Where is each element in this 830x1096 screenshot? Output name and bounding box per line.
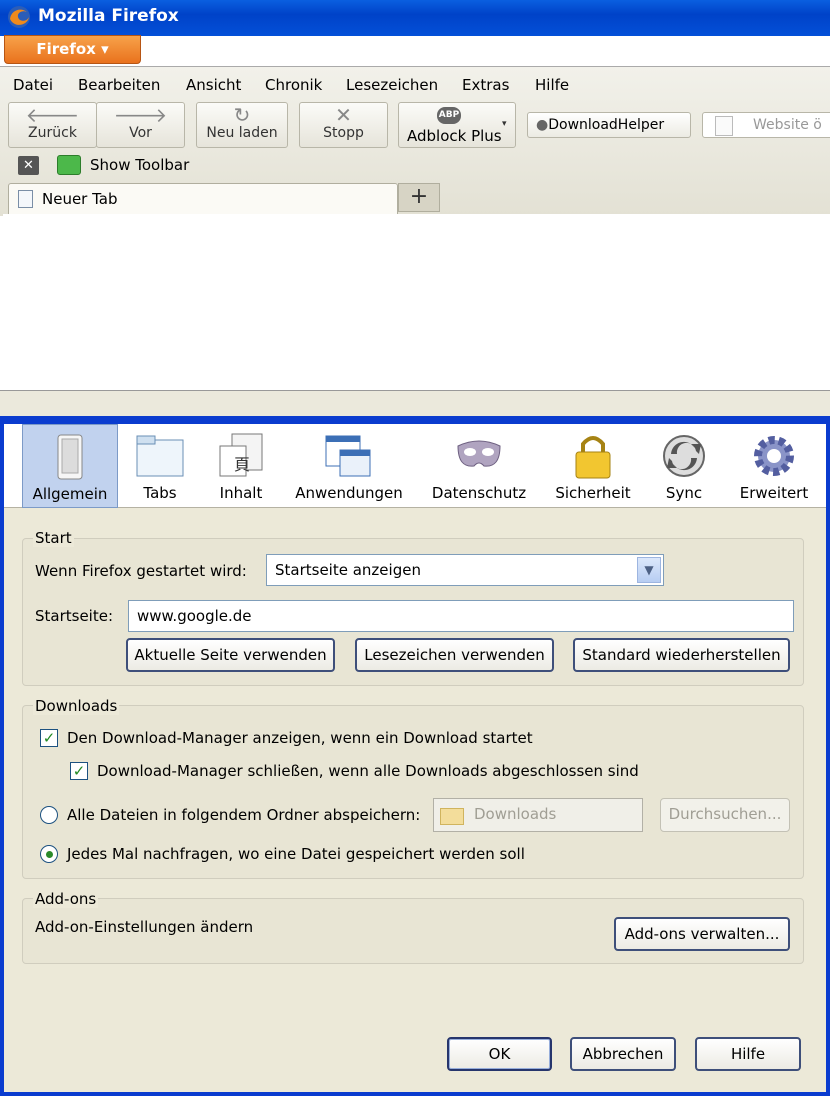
download-folder-field: Downloads — [433, 798, 643, 832]
pane-label: Sicherheit — [555, 484, 631, 502]
reload-label: Neu laden — [206, 125, 278, 141]
arrow-left-icon: 🡐 — [25, 103, 80, 127]
lock-icon — [575, 436, 611, 479]
addons-description: Add-on-Einstellungen ändern — [35, 918, 254, 936]
page-icon — [715, 116, 733, 136]
sync-icon — [663, 435, 705, 477]
menu-datei[interactable]: Datei — [13, 76, 53, 94]
menu-bearbeiten[interactable]: Bearbeiten — [78, 76, 160, 94]
pane-label: Anwendungen — [295, 484, 403, 502]
close-download-manager-label[interactable]: Download-Manager schließen, wenn alle Do… — [97, 762, 639, 780]
downloadhelper-icon: ● — [536, 117, 549, 133]
reload-button[interactable]: ↻ Neu laden — [196, 102, 288, 148]
homepage-label: Startseite: — [35, 607, 114, 625]
help-button[interactable]: Hilfe — [695, 1037, 801, 1071]
pane-label: Sync — [665, 484, 703, 502]
firefox-button-label: Firefox — [36, 40, 96, 58]
title-bar: Mozilla Firefox — [0, 0, 830, 36]
firefox-logo-icon — [8, 6, 30, 28]
back-button[interactable]: 🡐 Zurück — [8, 102, 97, 148]
pane-label: Tabs — [143, 484, 177, 502]
show-download-manager-label[interactable]: Den Download-Manager anzeigen, wenn ein … — [67, 729, 533, 747]
switch-icon — [57, 434, 83, 480]
pane-tabs[interactable]: Tabs — [122, 424, 198, 508]
url-placeholder: Website ö — [753, 117, 822, 133]
startup-select[interactable]: Startseite anzeigen ▼ — [266, 554, 664, 586]
addons-legend: Add-ons — [33, 890, 99, 908]
use-bookmark-button[interactable]: Lesezeichen verwenden — [355, 638, 554, 672]
stop-x-icon: ✕ — [335, 103, 352, 127]
forward-label: Vor — [129, 125, 152, 141]
dropdown-arrow-icon: ▾ — [101, 40, 109, 58]
startup-value: Startseite anzeigen — [275, 561, 421, 579]
arrow-right-icon: 🡒 — [113, 103, 168, 127]
save-to-folder-label[interactable]: Alle Dateien in folgendem Ordner abspeic… — [67, 806, 420, 824]
tabs-icon — [136, 435, 184, 477]
menu-lesezeichen[interactable]: Lesezeichen — [346, 76, 438, 94]
content-icon: 頁 — [219, 433, 263, 477]
url-bar[interactable]: Website ö — [702, 112, 830, 138]
menu-chronik[interactable]: Chronik — [265, 76, 322, 94]
close-toolbar-icon[interactable]: ✕ — [18, 156, 39, 175]
new-tab-button[interactable]: + — [398, 183, 440, 212]
adblock-label: Adblock Plus — [407, 127, 502, 145]
show-toolbar-label[interactable]: Show Toolbar — [90, 156, 189, 174]
applications-icon — [325, 435, 371, 477]
page-content — [3, 214, 830, 390]
close-download-manager-checkbox[interactable]: ✓ — [70, 762, 88, 780]
restore-default-button[interactable]: Standard wiederherstellen — [573, 638, 790, 672]
homepage-input[interactable]: www.google.de — [128, 600, 794, 632]
mask-icon — [457, 440, 501, 467]
adblock-plus-button[interactable]: ABP Adblock Plus ▾ — [398, 102, 516, 148]
download-folder-value: Downloads — [474, 805, 557, 823]
startup-label: Wenn Firefox gestartet wird: — [35, 562, 247, 580]
cancel-button[interactable]: Abbrechen — [570, 1037, 676, 1071]
downloadhelper-label: DownloadHelper — [548, 117, 665, 133]
pane-sync[interactable]: Sync — [646, 424, 722, 508]
pane-label: Erweitert — [739, 484, 809, 502]
menu-extras[interactable]: Extras — [462, 76, 509, 94]
gear-icon — [754, 436, 794, 476]
blank-page-icon — [18, 190, 33, 208]
stop-label: Stopp — [323, 125, 364, 141]
back-label: Zurück — [28, 125, 77, 141]
pane-label: Allgemein — [32, 485, 108, 503]
window-title: Mozilla Firefox — [38, 6, 179, 26]
folder-icon — [440, 808, 464, 825]
tab-title: Neuer Tab — [42, 190, 118, 208]
radio-dot — [46, 851, 53, 858]
use-current-page-button[interactable]: Aktuelle Seite verwenden — [126, 638, 335, 672]
browse-button[interactable]: Durchsuchen... — [660, 798, 790, 832]
always-ask-radio[interactable] — [40, 845, 58, 863]
forward-button[interactable]: 🡒 Vor — [96, 102, 185, 148]
svg-text:頁: 頁 — [234, 455, 250, 474]
tab-neuer-tab[interactable]: Neuer Tab — [8, 183, 398, 215]
pane-allgemein[interactable]: Allgemein — [22, 424, 118, 508]
status-bar — [0, 390, 830, 416]
firefox-menu-button[interactable]: Firefox ▾ — [4, 35, 141, 64]
chevron-down-icon[interactable]: ▼ — [637, 557, 661, 583]
save-to-folder-radio[interactable] — [40, 806, 58, 824]
pane-label: Inhalt — [219, 484, 263, 502]
reload-icon: ↻ — [233, 103, 251, 127]
pane-inhalt[interactable]: 頁 Inhalt — [202, 424, 280, 508]
dropdown-arrow-icon: ▾ — [502, 119, 507, 129]
always-ask-label[interactable]: Jedes Mal nachfragen, wo eine Datei gesp… — [67, 845, 525, 863]
start-legend: Start — [33, 529, 74, 547]
menu-ansicht[interactable]: Ansicht — [186, 76, 241, 94]
manage-addons-button[interactable]: Add-ons verwalten... — [614, 917, 790, 951]
pane-label: Datenschutz — [431, 484, 527, 502]
downloads-legend: Downloads — [33, 697, 120, 715]
pane-erweitert[interactable]: Erweitert — [732, 424, 816, 508]
pane-anwendungen[interactable]: Anwendungen — [290, 424, 408, 508]
stop-button[interactable]: ✕ Stopp — [299, 102, 388, 148]
show-download-manager-checkbox[interactable]: ✓ — [40, 729, 58, 747]
pane-sicherheit[interactable]: Sicherheit — [548, 424, 638, 508]
abp-badge-icon: ABP — [437, 107, 461, 124]
menu-hilfe[interactable]: Hilfe — [535, 76, 569, 94]
pane-datenschutz[interactable]: Datenschutz — [424, 424, 534, 508]
ok-button[interactable]: OK — [447, 1037, 552, 1071]
downloadhelper-button[interactable]: ●DownloadHelper — [527, 112, 691, 138]
toolbar-addon-icon — [57, 155, 81, 175]
